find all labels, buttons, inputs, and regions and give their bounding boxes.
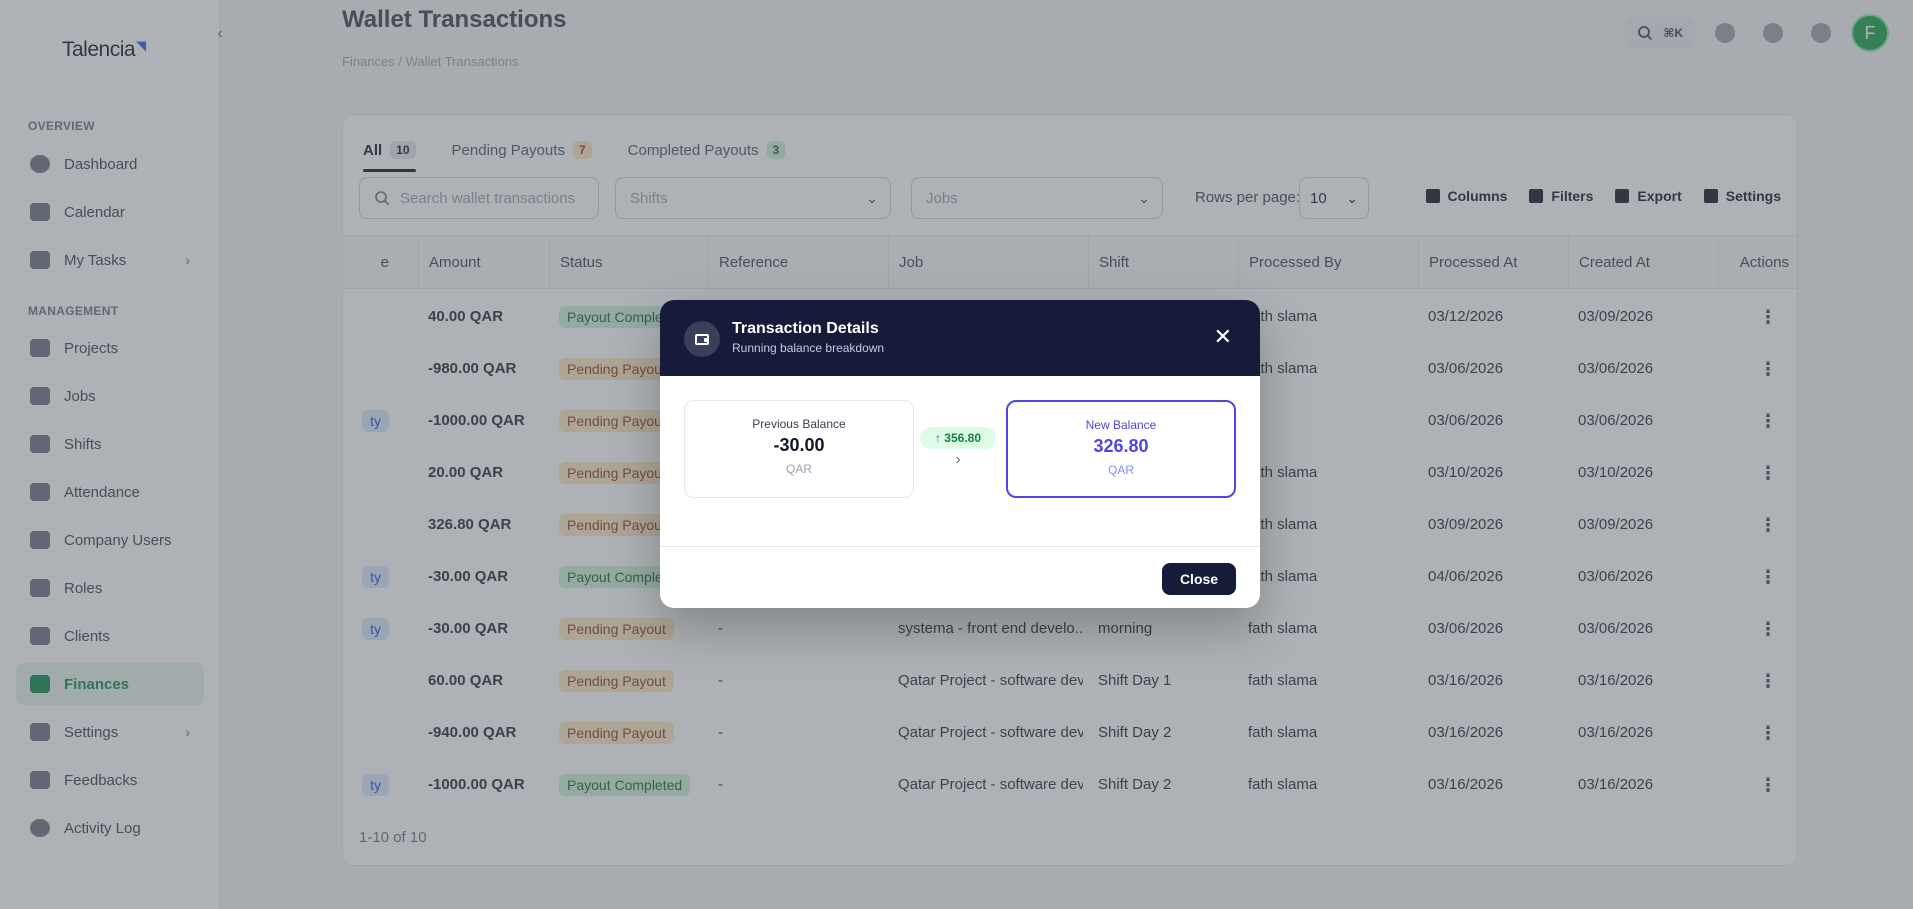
previous-balance-card: Previous Balance -30.00 QAR	[684, 400, 914, 498]
modal-title: Transaction Details	[732, 320, 879, 337]
new-balance-card: New Balance 326.80 QAR	[1006, 400, 1236, 498]
new-balance-label: New Balance	[1085, 418, 1157, 432]
modal-divider	[660, 546, 1260, 547]
modal-subtitle: Running balance breakdown	[732, 341, 885, 355]
modal-header: Transaction Details Running balance brea…	[660, 300, 1260, 376]
previous-balance-value: -30.00	[773, 435, 825, 455]
balance-change-badge: ↑ 356.80	[920, 427, 996, 449]
transaction-details-modal: Transaction Details Running balance brea…	[660, 300, 1260, 608]
close-icon[interactable]: ✕	[1214, 326, 1232, 348]
new-balance-unit: QAR	[1107, 463, 1134, 477]
previous-balance-unit: QAR	[785, 462, 812, 476]
new-balance-value: 326.80	[1093, 436, 1149, 456]
wallet-icon	[684, 321, 720, 357]
previous-balance-label: Previous Balance	[752, 417, 846, 431]
chevron-right-icon: ›	[955, 451, 961, 468]
close-button[interactable]: Close	[1162, 563, 1236, 595]
